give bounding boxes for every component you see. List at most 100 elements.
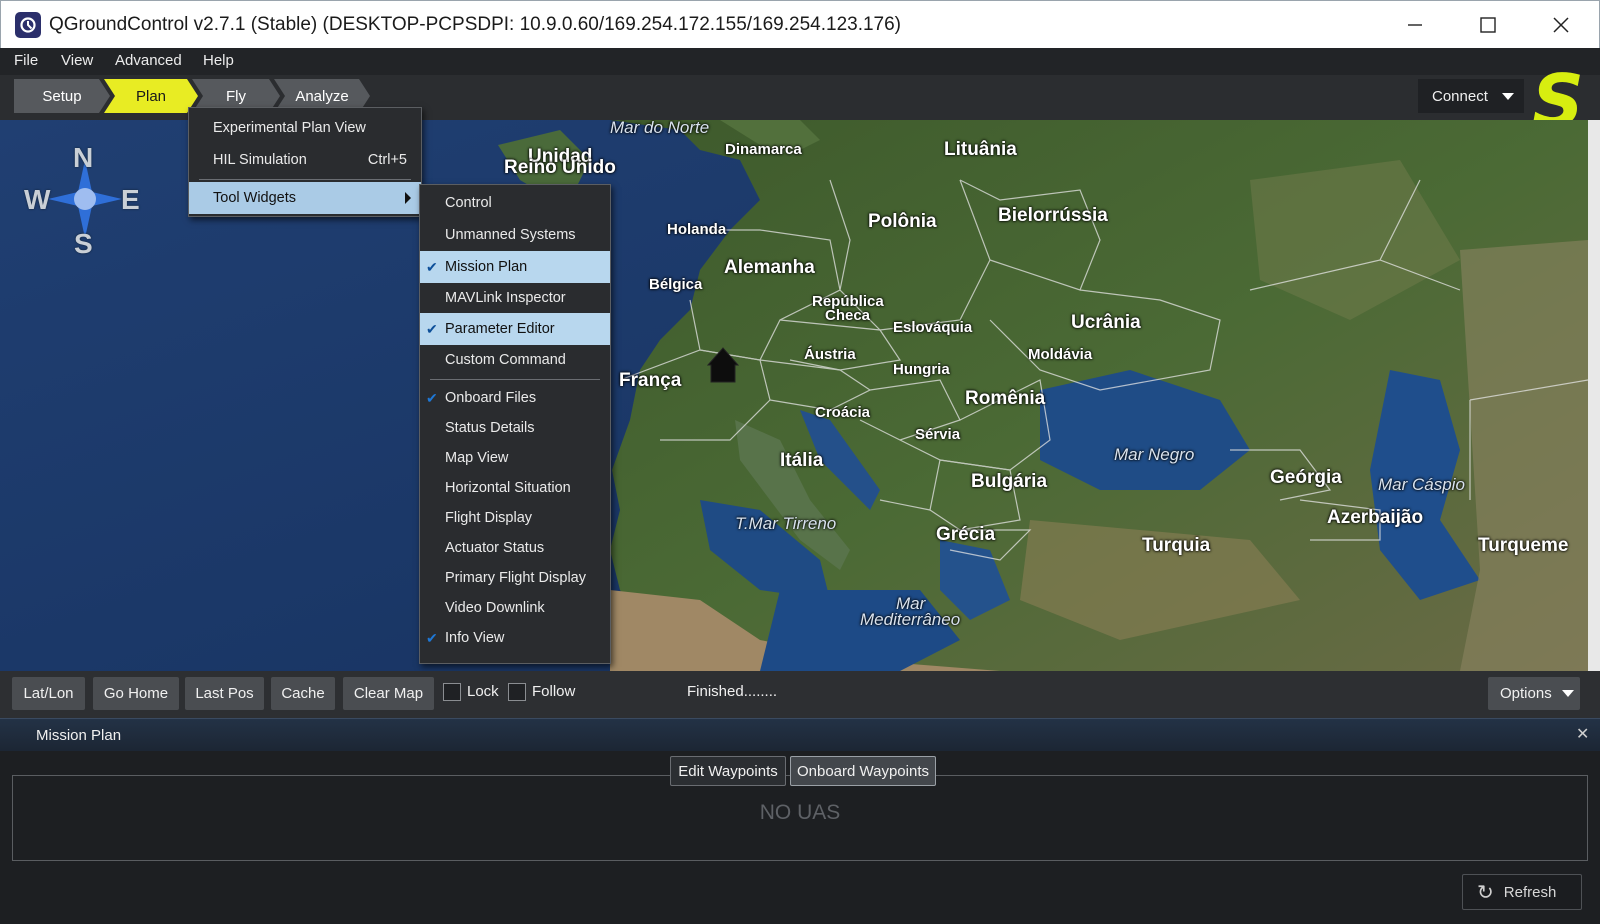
map-label-italia: Itália bbox=[780, 450, 824, 471]
map-label-alemanha: Alemanha bbox=[724, 257, 815, 278]
menu-item-label: Status Details bbox=[445, 420, 535, 436]
follow-label: Follow bbox=[532, 683, 576, 700]
tab-edit-waypoints[interactable]: Edit Waypoints bbox=[670, 756, 786, 786]
menu-item-mavlink-inspector[interactable]: MAVLink Inspector bbox=[420, 283, 610, 313]
lock-checkbox[interactable] bbox=[443, 683, 461, 701]
menu-item-mission-plan[interactable]: ✔ Mission Plan bbox=[420, 251, 610, 283]
checkmark-icon: ✔ bbox=[426, 258, 438, 275]
map-label-dinamarca: Dinamarca bbox=[725, 141, 802, 158]
mission-plan-header: Mission Plan ✕ bbox=[0, 718, 1600, 751]
minimize-icon[interactable] bbox=[1387, 5, 1443, 45]
menu-item-info-view[interactable]: ✔ Info View bbox=[420, 623, 610, 653]
waypoints-area: NO UAS bbox=[12, 775, 1588, 861]
menu-item-label: Info View bbox=[445, 630, 505, 646]
menu-item-parameter-editor[interactable]: ✔ Parameter Editor bbox=[420, 313, 610, 345]
map-label-mediterraneo: Mediterrâneo bbox=[860, 610, 961, 629]
tool-widgets-menu: Control Unmanned Systems ✔ Mission Plan … bbox=[419, 184, 611, 664]
menu-item-map-view[interactable]: Map View bbox=[420, 443, 610, 473]
cache-button[interactable]: Cache bbox=[271, 677, 335, 710]
menu-item-label: Experimental Plan View bbox=[213, 120, 366, 136]
menu-item-label: Parameter Editor bbox=[445, 321, 555, 337]
window-title: QGroundControl v2.7.1 (Stable) (DESKTOP-… bbox=[49, 14, 902, 35]
go-home-button[interactable]: Go Home bbox=[93, 677, 179, 710]
chevron-down-icon bbox=[1561, 690, 1574, 697]
menu-item-experimental-plan-view[interactable]: Experimental Plan View bbox=[189, 112, 421, 144]
menu-advanced[interactable]: Advanced bbox=[115, 52, 182, 69]
menu-item-hil-simulation[interactable]: HIL Simulation Ctrl+5 bbox=[189, 144, 421, 176]
close-icon[interactable] bbox=[1533, 5, 1589, 45]
map-scrollbar[interactable] bbox=[1588, 120, 1600, 671]
lock-label: Lock bbox=[467, 683, 499, 700]
map-label-mar-caspio: Mar Cáspio bbox=[1378, 475, 1465, 494]
advanced-menu: Experimental Plan View HIL Simulation Ct… bbox=[188, 107, 422, 217]
tab-setup[interactable]: Setup bbox=[14, 79, 110, 113]
menu-item-label: Onboard Files bbox=[445, 390, 537, 406]
map-toolbar: Lat/Lon Go Home Last Pos Cache Clear Map… bbox=[0, 671, 1600, 718]
last-pos-button[interactable]: Last Pos bbox=[185, 677, 264, 710]
maximize-icon[interactable] bbox=[1460, 5, 1516, 45]
panel-title: Mission Plan bbox=[36, 727, 122, 744]
close-icon[interactable]: ✕ bbox=[1576, 724, 1589, 744]
menu-item-label: Map View bbox=[445, 450, 509, 466]
menu-item-custom-command[interactable]: Custom Command bbox=[420, 345, 610, 375]
map-label-turquemenistao: Turqueme bbox=[1478, 535, 1569, 556]
map-label-turquia: Turquia bbox=[1142, 535, 1211, 556]
menu-item-label: MAVLink Inspector bbox=[445, 290, 566, 306]
lat-lon-button[interactable]: Lat/Lon bbox=[12, 677, 85, 710]
checkmark-icon: ✔ bbox=[426, 629, 438, 646]
menu-item-label: Primary Flight Display bbox=[445, 570, 586, 586]
menu-item-primary-flight-display[interactable]: Primary Flight Display bbox=[420, 563, 610, 593]
map-label-belgica: Bélgica bbox=[649, 276, 703, 293]
tab-plan[interactable]: Plan bbox=[104, 79, 198, 113]
mission-plan-panel: NO UAS Edit Waypoints Onboard Waypoints … bbox=[0, 751, 1600, 924]
refresh-button[interactable]: ↻ Refresh bbox=[1462, 874, 1582, 910]
shortcut-label: Ctrl+5 bbox=[367, 152, 407, 168]
map-label-servia: Sérvia bbox=[915, 426, 961, 443]
menu-file[interactable]: File bbox=[14, 52, 38, 69]
map-label-ucrania: Ucrânia bbox=[1071, 312, 1141, 333]
compass-s: S bbox=[74, 228, 93, 259]
map-label-reino-unido: Reino Unido bbox=[504, 157, 616, 178]
map-label-franca: França bbox=[619, 370, 682, 391]
menu-item-label: Unmanned Systems bbox=[445, 227, 576, 243]
menu-item-label: Tool Widgets bbox=[213, 190, 297, 206]
menu-help[interactable]: Help bbox=[203, 52, 234, 69]
menu-item-tool-widgets[interactable]: Tool Widgets bbox=[189, 182, 421, 214]
compass-e: E bbox=[121, 184, 140, 215]
window-title-bar: QGroundControl v2.7.1 (Stable) (DESKTOP-… bbox=[0, 0, 1600, 48]
map-label-hungria: Hungria bbox=[893, 361, 950, 378]
follow-checkbox[interactable] bbox=[508, 683, 526, 701]
map-label-mar-tirreno: T.Mar Tirreno bbox=[735, 514, 837, 533]
empty-state-message: NO UAS bbox=[759, 801, 841, 824]
checkmark-icon: ✔ bbox=[426, 320, 438, 337]
map-label-grecia: Grécia bbox=[936, 524, 996, 545]
map-label-moldavia: Moldávia bbox=[1028, 346, 1093, 363]
connect-button[interactable]: Connect bbox=[1418, 79, 1524, 113]
map-label-mar-negro: Mar Negro bbox=[1114, 445, 1195, 464]
menu-separator bbox=[199, 179, 411, 180]
map-label-croacia: Croácia bbox=[815, 404, 871, 421]
menu-item-status-details[interactable]: Status Details bbox=[420, 413, 610, 443]
menu-item-horizontal-situation[interactable]: Horizontal Situation bbox=[420, 473, 610, 503]
menu-item-flight-display[interactable]: Flight Display bbox=[420, 503, 610, 533]
menu-item-label: Actuator Status bbox=[445, 540, 545, 556]
menu-item-label: Flight Display bbox=[445, 510, 533, 526]
tab-onboard-waypoints[interactable]: Onboard Waypoints bbox=[790, 756, 936, 786]
options-button[interactable]: Options bbox=[1488, 677, 1580, 710]
options-label: Options bbox=[1500, 685, 1552, 702]
map-label-georgia: Geórgia bbox=[1270, 467, 1342, 488]
menu-item-control[interactable]: Control bbox=[420, 187, 610, 219]
menu-item-label: Horizontal Situation bbox=[445, 480, 571, 496]
menu-bar: File View Advanced Help bbox=[0, 48, 1600, 75]
menu-item-actuator-status[interactable]: Actuator Status bbox=[420, 533, 610, 563]
menu-item-unmanned-systems[interactable]: Unmanned Systems bbox=[420, 219, 610, 251]
map-label-eslovaquia: Eslováquia bbox=[893, 319, 973, 336]
menu-view[interactable]: View bbox=[61, 52, 93, 69]
checkmark-icon: ✔ bbox=[426, 389, 438, 406]
menu-separator bbox=[430, 379, 600, 380]
menu-item-onboard-files[interactable]: ✔ Onboard Files bbox=[420, 383, 610, 413]
clear-map-button[interactable]: Clear Map bbox=[343, 677, 434, 710]
map-label-lituania: Lituânia bbox=[944, 139, 1017, 160]
refresh-label: Refresh bbox=[1503, 883, 1557, 901]
menu-item-video-downlink[interactable]: Video Downlink bbox=[420, 593, 610, 623]
